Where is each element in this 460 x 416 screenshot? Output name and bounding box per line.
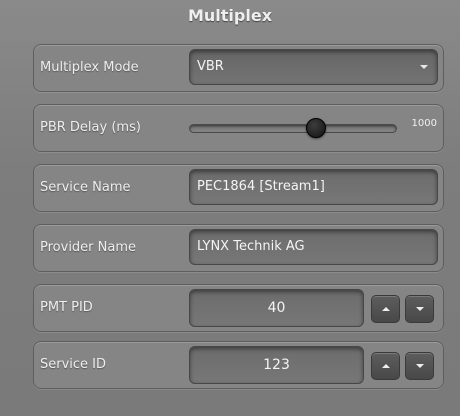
pmt-pid-input[interactable]: 40 bbox=[189, 289, 364, 327]
multiplex-mode-label: Multiplex Mode bbox=[40, 60, 139, 75]
multiplex-mode-value: VBR bbox=[197, 59, 224, 74]
pmt-pid-label: PMT PID bbox=[40, 300, 93, 315]
service-id-decrement-button[interactable] bbox=[405, 352, 434, 380]
service-id-input[interactable]: 123 bbox=[189, 346, 364, 384]
provider-name-label: Provider Name bbox=[40, 240, 137, 255]
pbr-delay-slider-track[interactable] bbox=[189, 124, 397, 133]
pmt-pid-decrement-button[interactable] bbox=[405, 295, 434, 323]
row-pbr-delay: PBR Delay (ms) 1000 bbox=[33, 104, 444, 152]
provider-name-input[interactable]: LYNX Technik AG bbox=[189, 229, 438, 265]
service-id-label: Service ID bbox=[40, 357, 107, 372]
row-pmt-pid: PMT PID 40 bbox=[33, 284, 444, 332]
service-name-input[interactable]: PEC1864 [Stream1] bbox=[189, 169, 438, 205]
triangle-down-icon bbox=[416, 307, 424, 311]
pmt-pid-increment-button[interactable] bbox=[371, 295, 400, 323]
triangle-up-icon bbox=[382, 307, 390, 311]
pbr-delay-value: 1000 bbox=[411, 118, 437, 129]
pbr-delay-slider-thumb[interactable] bbox=[305, 118, 326, 138]
multiplex-panel: Multiplex Multiplex Mode VBR PBR Delay (… bbox=[0, 0, 460, 416]
service-name-label: Service Name bbox=[40, 180, 131, 195]
service-id-increment-button[interactable] bbox=[371, 352, 400, 380]
pbr-delay-label: PBR Delay (ms) bbox=[40, 120, 141, 135]
row-service-id: Service ID 123 bbox=[33, 341, 444, 389]
multiplex-mode-select[interactable]: VBR bbox=[189, 49, 438, 85]
panel-title: Multiplex bbox=[187, 6, 273, 25]
row-provider-name: Provider Name LYNX Technik AG bbox=[33, 224, 444, 272]
row-service-name: Service Name PEC1864 [Stream1] bbox=[33, 164, 444, 212]
triangle-up-icon bbox=[382, 364, 390, 368]
chevron-down-icon bbox=[420, 65, 428, 69]
triangle-down-icon bbox=[416, 364, 424, 368]
row-multiplex-mode: Multiplex Mode VBR bbox=[33, 44, 444, 92]
